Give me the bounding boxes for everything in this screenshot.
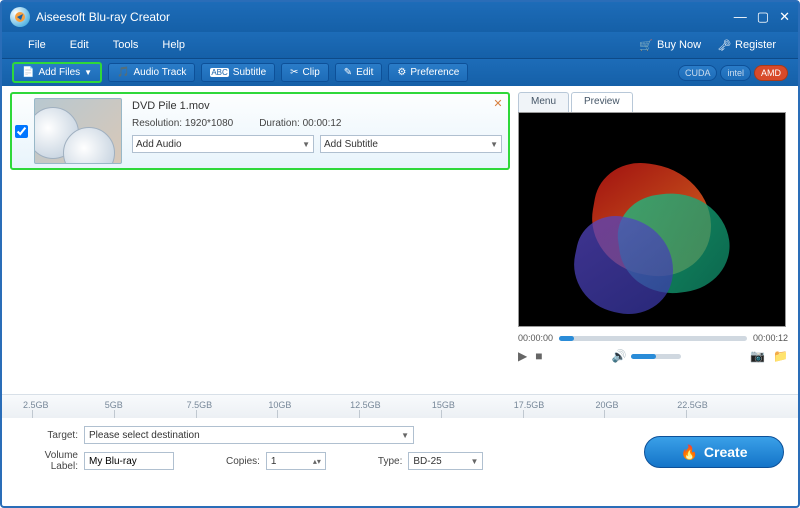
intel-pill: intel xyxy=(720,65,751,81)
target-label: Target: xyxy=(16,430,78,441)
ruler-tick: 15GB xyxy=(432,400,455,410)
ruler-tick: 17.5GB xyxy=(514,400,545,410)
type-label: Type: xyxy=(378,456,402,467)
add-subtitle-select[interactable]: Add Subtitle▼ xyxy=(320,135,502,153)
chevron-down-icon: ▼ xyxy=(470,457,478,466)
preview-pane: Menu Preview 00:00:00 00:00:12 ▶ ■ 🔊 📷 xyxy=(518,86,798,394)
scissors-icon: ✂ xyxy=(290,67,298,78)
file-checkbox[interactable] xyxy=(15,125,28,138)
clip-button[interactable]: ✂ Clip xyxy=(281,63,329,82)
buy-now-label: Buy Now xyxy=(657,39,701,51)
chevron-down-icon: ▼ xyxy=(490,140,498,149)
audio-track-label: Audio Track xyxy=(134,67,187,78)
seek-bar[interactable] xyxy=(559,336,747,341)
app-logo-icon xyxy=(10,7,30,27)
chevron-down-icon: ▼ xyxy=(302,140,310,149)
ruler-tick: 20GB xyxy=(595,400,618,410)
volume-label-input[interactable] xyxy=(84,452,174,470)
duration-info: Duration: 00:00:12 xyxy=(259,118,341,129)
file-card[interactable]: DVD Pile 1.mov Resolution: 1920*1080 Dur… xyxy=(10,92,510,170)
add-files-button[interactable]: 📄 Add Files ▼ xyxy=(12,62,102,83)
cart-icon: 🛒 xyxy=(639,39,653,52)
size-ruler: 2.5GB 5GB 7.5GB 10GB 12.5GB 15GB 17.5GB … xyxy=(2,394,798,418)
play-button[interactable]: ▶ xyxy=(518,349,527,363)
gpu-indicators: CUDA intel AMD xyxy=(678,65,788,81)
target-select[interactable]: Please select destination▼ xyxy=(84,426,414,444)
ruler-tick: 10GB xyxy=(268,400,291,410)
edit-button[interactable]: ✎ Edit xyxy=(335,63,383,82)
audio-track-button[interactable]: 🎵 Audio Track xyxy=(108,63,195,82)
menu-tools[interactable]: Tools xyxy=(101,35,151,55)
stepper-icon: ▴▾ xyxy=(313,457,321,466)
maximize-button[interactable]: ▢ xyxy=(757,9,769,25)
copies-label: Copies: xyxy=(226,456,260,467)
time-start: 00:00:00 xyxy=(518,333,553,343)
tab-preview[interactable]: Preview xyxy=(571,92,633,112)
clip-label: Clip xyxy=(303,67,320,78)
file-list-pane: DVD Pile 1.mov Resolution: 1920*1080 Dur… xyxy=(2,86,518,394)
tab-menu[interactable]: Menu xyxy=(518,92,569,112)
app-title: Aiseesoft Blu-ray Creator xyxy=(36,10,170,24)
register-button[interactable]: 🗝 Register xyxy=(709,37,784,54)
chevron-down-icon: ▼ xyxy=(401,431,409,440)
gear-icon: ⚙ xyxy=(397,67,406,78)
chevron-down-icon: ▼ xyxy=(84,68,92,77)
file-icon: 📄 xyxy=(22,67,34,78)
preference-label: Preference xyxy=(410,67,459,78)
toolbar: 📄 Add Files ▼ 🎵 Audio Track ABC Subtitle… xyxy=(2,59,798,86)
preference-button[interactable]: ⚙ Preference xyxy=(388,63,468,82)
menubar: File Edit Tools Help 🛒 Buy Now 🗝 Registe… xyxy=(2,32,798,59)
menu-help[interactable]: Help xyxy=(150,35,197,55)
subtitle-button[interactable]: ABC Subtitle xyxy=(201,63,275,82)
menu-file[interactable]: File xyxy=(16,35,58,55)
create-label: Create xyxy=(704,444,748,460)
resolution-info: Resolution: 1920*1080 xyxy=(132,118,233,129)
minimize-button[interactable]: — xyxy=(734,9,747,25)
edit-label: Edit xyxy=(356,67,373,78)
ruler-tick: 2.5GB xyxy=(23,400,49,410)
open-folder-button[interactable]: 📁 xyxy=(773,349,788,363)
music-icon: 🎵 xyxy=(117,67,129,78)
file-thumbnail xyxy=(34,98,122,164)
add-files-label: Add Files xyxy=(38,67,80,78)
add-audio-select[interactable]: Add Audio▼ xyxy=(132,135,314,153)
ruler-tick: 5GB xyxy=(105,400,123,410)
buy-now-button[interactable]: 🛒 Buy Now xyxy=(631,37,709,54)
key-icon: 🗝 xyxy=(717,39,731,52)
snapshot-button[interactable]: 📷 xyxy=(750,349,765,363)
stop-button[interactable]: ■ xyxy=(535,349,542,363)
volume-slider[interactable] xyxy=(631,354,681,359)
titlebar: Aiseesoft Blu-ray Creator — ▢ ✕ xyxy=(2,2,798,32)
cuda-pill: CUDA xyxy=(678,65,718,81)
copies-stepper[interactable]: 1▴▾ xyxy=(266,452,326,470)
close-button[interactable]: ✕ xyxy=(779,9,790,25)
pencil-icon: ✎ xyxy=(344,67,352,78)
ruler-tick: 12.5GB xyxy=(350,400,381,410)
burn-icon: 🔥 xyxy=(680,444,697,461)
subtitle-label: Subtitle xyxy=(233,67,266,78)
file-name: DVD Pile 1.mov xyxy=(132,100,502,112)
remove-file-button[interactable]: ✕ xyxy=(492,98,504,110)
ruler-tick: 7.5GB xyxy=(187,400,213,410)
preview-viewport xyxy=(518,112,786,327)
volume-label-label: Volume Label: xyxy=(16,450,78,472)
register-label: Register xyxy=(735,39,776,51)
volume-icon[interactable]: 🔊 xyxy=(612,349,627,363)
abc-icon: ABC xyxy=(210,68,228,77)
type-select[interactable]: BD-25▼ xyxy=(408,452,483,470)
amd-pill: AMD xyxy=(754,65,788,81)
time-end: 00:00:12 xyxy=(753,333,788,343)
playback-timeline[interactable]: 00:00:00 00:00:12 xyxy=(518,333,788,343)
ruler-tick: 22.5GB xyxy=(677,400,708,410)
create-button[interactable]: 🔥 Create xyxy=(644,436,784,468)
bottom-panel: Target: Please select destination▼ Volum… xyxy=(2,418,798,486)
menu-edit[interactable]: Edit xyxy=(58,35,101,55)
